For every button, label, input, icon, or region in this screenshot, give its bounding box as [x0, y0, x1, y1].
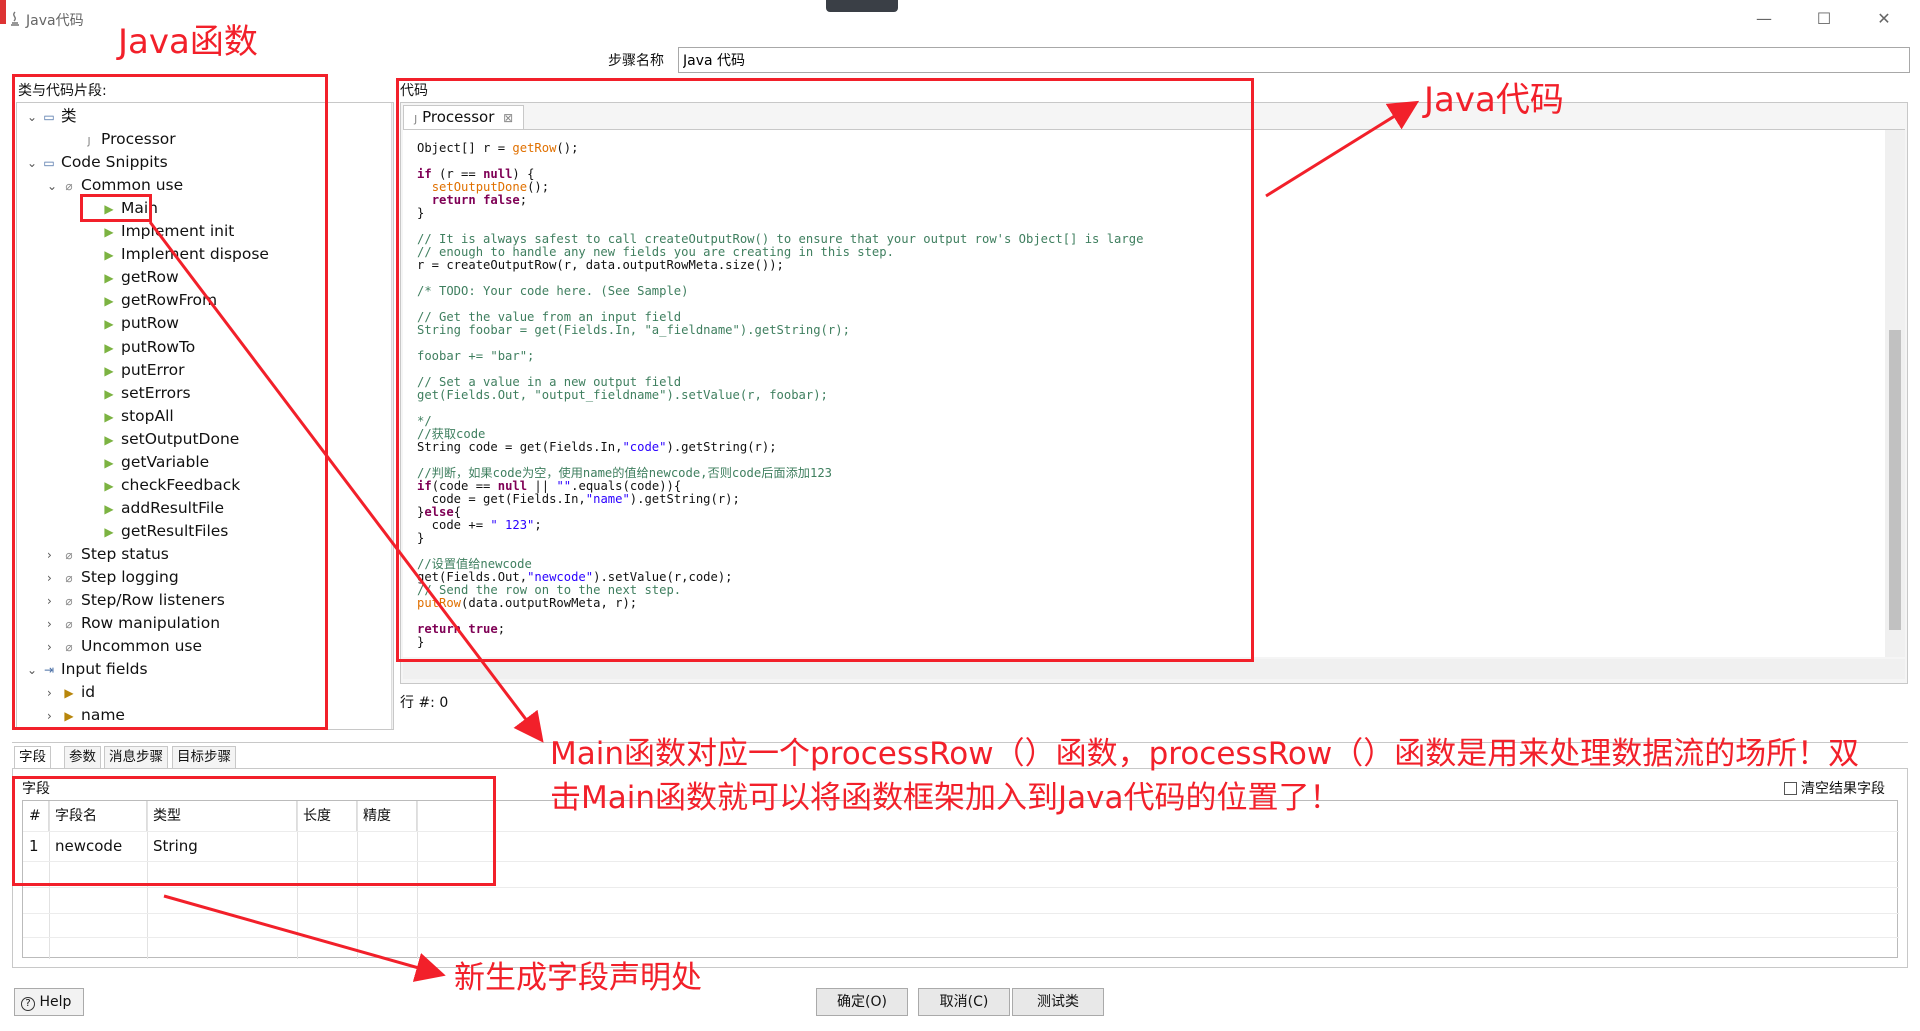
clear-result-fields-checkbox[interactable]: 清空结果字段 — [1784, 778, 1885, 798]
ok-button[interactable]: 确定(O) — [816, 988, 908, 1016]
window-edge — [0, 0, 6, 24]
annotation-java-functions: Java函数 — [118, 22, 258, 62]
test-class-button[interactable]: 测试类 — [1012, 988, 1104, 1016]
help-label: Help — [39, 994, 72, 1010]
annotation-box-java-code — [396, 78, 1254, 662]
checkbox-icon[interactable] — [1784, 782, 1797, 795]
minimize-button[interactable]: — — [1744, 6, 1784, 32]
maximize-button[interactable]: ☐ — [1804, 6, 1844, 32]
tree-scrollbar[interactable] — [391, 103, 393, 729]
grid-line — [23, 913, 1899, 914]
annotation-new-field: 新生成字段声明处 — [454, 960, 702, 996]
tab-parameters[interactable]: 参数 — [64, 746, 101, 768]
close-button[interactable]: ✕ — [1864, 6, 1904, 32]
annotation-java-code: Java代码 — [1424, 80, 1564, 120]
code-vertical-scrollbar[interactable] — [1885, 130, 1905, 657]
step-name-input[interactable] — [678, 47, 1910, 73]
clear-result-fields-label: 清空结果字段 — [1801, 781, 1885, 797]
code-horizontal-scrollbar[interactable] — [403, 659, 1905, 679]
title-bar: Java代码 — ☐ ✕ — [0, 0, 1920, 42]
grid-line — [23, 887, 1899, 888]
grid-line — [23, 937, 1899, 938]
code-scroll-thumb[interactable] — [1889, 330, 1901, 630]
tab-target-steps[interactable]: 目标步骤 — [172, 746, 236, 768]
annotation-box-java-functions — [12, 74, 328, 730]
row-info: 行 #: 0 — [400, 695, 449, 711]
cancel-button[interactable]: 取消(C) — [918, 988, 1010, 1016]
annotation-box-fields — [12, 776, 496, 886]
annotation-box-main — [80, 194, 152, 222]
java-app-icon — [11, 11, 19, 26]
tab-info-steps[interactable]: 消息步骤 — [104, 746, 168, 768]
window-title: Java代码 — [26, 13, 84, 29]
help-icon: ? — [21, 997, 35, 1011]
annotation-main-line1: Main函数对应一个processRow（）函数，processRow（）函数是… — [550, 736, 1860, 772]
annotation-main-line2: 击Main函数就可以将函数框架加入到Java代码的位置了！ — [550, 780, 1341, 816]
tab-fields[interactable]: 字段 — [14, 746, 51, 768]
help-button[interactable]: ? Help — [14, 988, 84, 1016]
step-name-label: 步骤名称 — [608, 53, 664, 69]
drag-grip[interactable] — [826, 0, 898, 12]
